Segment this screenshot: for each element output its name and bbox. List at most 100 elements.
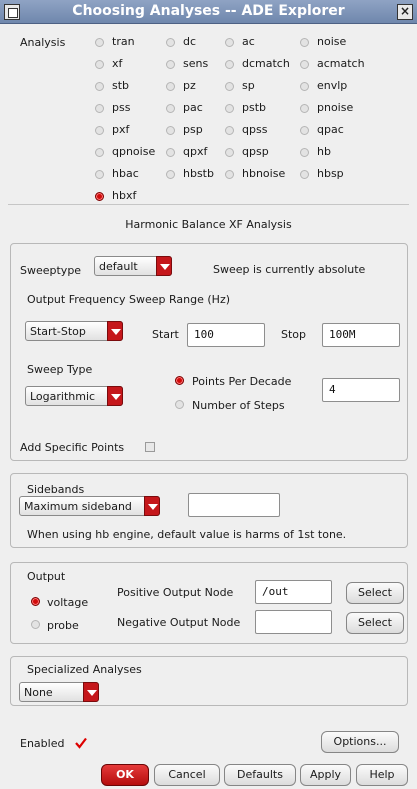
analysis-option-label: tran bbox=[112, 35, 135, 48]
points-per-decade-label: Points Per Decade bbox=[192, 375, 292, 388]
voltage-label: voltage bbox=[47, 596, 89, 609]
chevron-down-icon[interactable] bbox=[107, 386, 123, 406]
positive-node-input[interactable]: /out bbox=[255, 580, 332, 604]
analysis-radio-tran[interactable] bbox=[95, 38, 104, 47]
analysis-radio-xf[interactable] bbox=[95, 60, 104, 69]
analysis-radio-pstb[interactable] bbox=[225, 104, 234, 113]
specialized-combo[interactable]: None bbox=[19, 682, 99, 702]
analysis-radio-sp[interactable] bbox=[225, 82, 234, 91]
analysis-radio-qpac[interactable] bbox=[300, 126, 309, 135]
analysis-radio-hbxf[interactable] bbox=[95, 192, 104, 201]
sweep-type-value: Logarithmic bbox=[30, 390, 96, 403]
number-of-steps-radio[interactable] bbox=[175, 400, 184, 409]
points-input[interactable]: 4 bbox=[322, 378, 400, 402]
chevron-down-icon[interactable] bbox=[156, 256, 172, 276]
analysis-radio-qpsp[interactable] bbox=[225, 148, 234, 157]
output-label: Output bbox=[27, 570, 66, 583]
analysis-radio-qpxf[interactable] bbox=[166, 148, 175, 157]
sidebands-mode: Maximum sideband bbox=[24, 500, 132, 513]
analysis-radio-hbsp[interactable] bbox=[300, 170, 309, 179]
analysis-option-label: dcmatch bbox=[242, 57, 290, 70]
analysis-option-label: noise bbox=[317, 35, 347, 48]
analysis-radio-pz[interactable] bbox=[166, 82, 175, 91]
analysis-option-label: pstb bbox=[242, 101, 267, 114]
stop-input[interactable]: 100M bbox=[322, 323, 400, 347]
divider bbox=[8, 204, 409, 205]
analysis-option-label: pnoise bbox=[317, 101, 354, 114]
analysis-radio-qpss[interactable] bbox=[225, 126, 234, 135]
voltage-radio[interactable] bbox=[31, 597, 40, 606]
sweep-type-combo[interactable]: Logarithmic bbox=[25, 386, 123, 406]
sidebands-combo[interactable]: Maximum sideband bbox=[19, 496, 160, 516]
positive-node-select-button[interactable]: Select bbox=[346, 582, 404, 604]
analysis-option-label: hbstb bbox=[183, 167, 214, 180]
analysis-option-label: ac bbox=[242, 35, 255, 48]
sweep-type-label: Sweep Type bbox=[27, 363, 93, 376]
analysis-radio-noise[interactable] bbox=[300, 38, 309, 47]
analysis-option-label: qpnoise bbox=[112, 145, 156, 158]
analysis-option-label: qpss bbox=[242, 123, 268, 136]
analysis-radio-hbac[interactable] bbox=[95, 170, 104, 179]
analysis-radio-stb[interactable] bbox=[95, 82, 104, 91]
analysis-radio-pxf[interactable] bbox=[95, 126, 104, 135]
analysis-radio-pnoise[interactable] bbox=[300, 104, 309, 113]
add-points-checkbox[interactable] bbox=[145, 442, 155, 452]
probe-radio[interactable] bbox=[31, 620, 40, 629]
cancel-button[interactable]: Cancel bbox=[154, 764, 220, 786]
analysis-option-label: hb bbox=[317, 145, 331, 158]
help-button[interactable]: Help bbox=[356, 764, 408, 786]
sweep-range-combo[interactable]: Start-Stop bbox=[25, 321, 123, 341]
analysis-radio-dcmatch[interactable] bbox=[225, 60, 234, 69]
chevron-down-icon[interactable] bbox=[107, 321, 123, 341]
sweep-status: Sweep is currently absolute bbox=[213, 263, 366, 276]
analysis-option-label: acmatch bbox=[317, 57, 365, 70]
chevron-down-icon[interactable] bbox=[144, 496, 160, 516]
apply-button[interactable]: Apply bbox=[300, 764, 351, 786]
options-button[interactable]: Options... bbox=[321, 731, 399, 753]
chevron-down-icon[interactable] bbox=[83, 682, 99, 702]
analysis-option-label: hbxf bbox=[112, 189, 137, 202]
analysis-option-label: hbac bbox=[112, 167, 139, 180]
analysis-radio-hbstb[interactable] bbox=[166, 170, 175, 179]
title-bar[interactable]: Choosing Analyses -- ADE Explorer × bbox=[0, 0, 417, 24]
defaults-button[interactable]: Defaults bbox=[224, 764, 296, 786]
analysis-option-label: qpsp bbox=[242, 145, 269, 158]
sidebands-input[interactable] bbox=[188, 493, 280, 517]
negative-node-input[interactable] bbox=[255, 610, 332, 634]
analysis-radio-hbnoise[interactable] bbox=[225, 170, 234, 179]
analysis-radio-pss[interactable] bbox=[95, 104, 104, 113]
start-input[interactable]: 100 bbox=[187, 323, 265, 347]
analysis-label: Analysis bbox=[20, 36, 66, 49]
analysis-option-label: hbnoise bbox=[242, 167, 286, 180]
analysis-radio-acmatch[interactable] bbox=[300, 60, 309, 69]
probe-label: probe bbox=[47, 619, 79, 632]
ok-button[interactable]: OK bbox=[101, 764, 149, 786]
negative-node-select-button[interactable]: Select bbox=[346, 612, 404, 634]
analysis-radio-sens[interactable] bbox=[166, 60, 175, 69]
enabled-checkbox-check-icon[interactable] bbox=[75, 737, 87, 749]
close-icon[interactable]: × bbox=[397, 4, 413, 20]
sidebands-label: Sidebands bbox=[27, 483, 85, 496]
sweep-range-label: Output Frequency Sweep Range (Hz) bbox=[27, 293, 231, 306]
analysis-option-label: xf bbox=[112, 57, 123, 70]
add-points-label: Add Specific Points bbox=[20, 441, 125, 454]
number-of-steps-label: Number of Steps bbox=[192, 399, 285, 412]
points-per-decade-radio[interactable] bbox=[175, 376, 184, 385]
analysis-radio-qpnoise[interactable] bbox=[95, 148, 104, 157]
analysis-option-label: sens bbox=[183, 57, 209, 70]
analysis-radio-psp[interactable] bbox=[166, 126, 175, 135]
analysis-radio-ac[interactable] bbox=[225, 38, 234, 47]
analysis-radio-envlp[interactable] bbox=[300, 82, 309, 91]
analysis-radio-pac[interactable] bbox=[166, 104, 175, 113]
start-label: Start bbox=[152, 328, 179, 341]
analysis-radio-dc[interactable] bbox=[166, 38, 175, 47]
enabled-label: Enabled bbox=[20, 737, 65, 750]
analysis-option-label: psp bbox=[183, 123, 203, 136]
analysis-option-label: pss bbox=[112, 101, 131, 114]
analysis-option-label: dc bbox=[183, 35, 197, 48]
sweeptype-combo[interactable]: default bbox=[94, 256, 172, 276]
analysis-option-label: envlp bbox=[317, 79, 348, 92]
section-title: Harmonic Balance XF Analysis bbox=[125, 218, 292, 231]
analysis-radio-hb[interactable] bbox=[300, 148, 309, 157]
analysis-option-label: stb bbox=[112, 79, 130, 92]
